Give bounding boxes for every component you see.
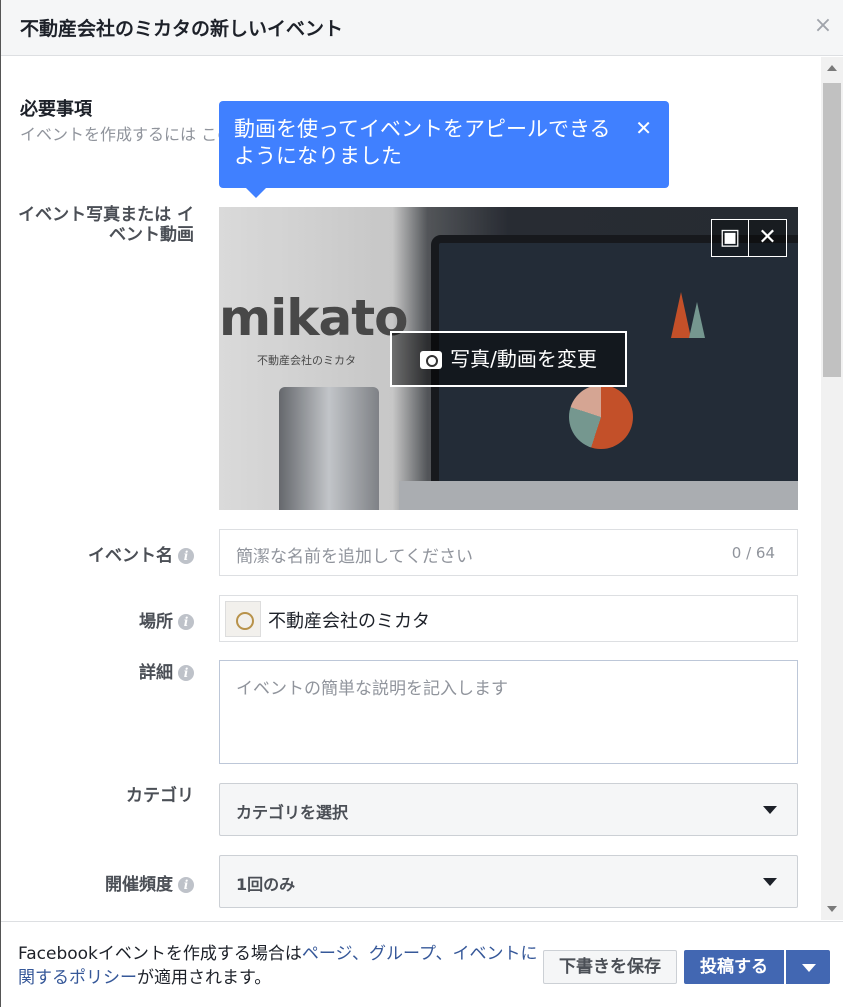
dialog-title: 不動産会社のミカタの新しいイベント	[20, 18, 344, 40]
frequency-value: 1回のみ	[236, 875, 296, 894]
details-textarea[interactable]: イベントの簡単な説明を記入します	[219, 660, 798, 764]
image-reposition-icon[interactable]: ▣	[711, 219, 749, 257]
dialog-body[interactable]: 必要事項 イベントを作成するには このイベ ト向けに作成した広告に イベント写真…	[1, 57, 843, 920]
photo-tools: ▣ ✕	[711, 219, 787, 257]
requirements-title: 必要事項	[20, 99, 92, 120]
event-name-counter: 0 / 64	[731, 544, 775, 562]
scrollbar-thumb[interactable]	[823, 83, 841, 377]
chevron-down-icon	[763, 806, 777, 814]
info-icon[interactable]: i	[178, 665, 194, 681]
close-icon[interactable]: ×	[812, 14, 834, 38]
info-icon[interactable]: i	[178, 548, 194, 564]
place-avatar	[225, 601, 261, 637]
place-label: 場所 i	[139, 607, 194, 632]
category-select[interactable]: カテゴリを選択	[219, 783, 798, 836]
save-draft-button[interactable]: 下書きを保存	[543, 950, 677, 984]
remove-photo-icon[interactable]: ✕	[749, 219, 787, 257]
details-label: 詳細 i	[139, 658, 194, 683]
category-label: カテゴリ	[126, 786, 194, 806]
scroll-up-icon[interactable]	[827, 65, 837, 71]
camera-icon	[420, 351, 443, 369]
info-icon[interactable]: i	[178, 877, 194, 893]
event-photo[interactable]: mikato 不動産会社のミカタ ▣ ✕ 写真/動画を変更	[219, 207, 798, 510]
tooltip-text: 動画を使ってイベントをアピールできるようになりました	[234, 117, 611, 168]
scrollbar[interactable]	[821, 57, 843, 920]
category-value: カテゴリを選択	[236, 803, 349, 822]
info-icon[interactable]: i	[178, 614, 194, 630]
event-name-label: イベント名 i	[88, 541, 194, 566]
event-name-placeholder: 簡潔な名前を追加してください	[236, 547, 473, 567]
change-photo-video-button[interactable]: 写真/動画を変更	[390, 331, 627, 387]
dialog-header: 不動産会社のミカタの新しいイベント ×	[1, 0, 843, 56]
policy-text: Facebookイベントを作成する場合はページ、グループ、イベントに関するポリシ…	[18, 944, 538, 988]
event-name-input[interactable]: 簡潔な名前を追加してください 0 / 64	[219, 529, 798, 576]
tooltip-close-icon[interactable]: ✕	[635, 115, 652, 142]
place-value: 不動産会社のミカタ	[268, 611, 430, 632]
video-tooltip: 動画を使ってイベントをアピールできるようになりました ✕	[219, 101, 669, 198]
chevron-down-icon	[802, 964, 816, 972]
change-photo-label: 写真/動画を変更	[450, 347, 597, 371]
frequency-select[interactable]: 1回のみ	[219, 855, 798, 908]
details-placeholder: イベントの簡単な説明を記入します	[236, 679, 508, 699]
post-button[interactable]: 投稿する	[684, 950, 784, 984]
dialog-footer: Facebookイベントを作成する場合はページ、グループ、イベントに関するポリシ…	[1, 921, 843, 1007]
create-event-dialog: 不動産会社のミカタの新しいイベント × 必要事項 イベントを作成するには このイ…	[0, 0, 843, 1007]
chevron-down-icon	[763, 878, 777, 886]
scroll-down-icon[interactable]	[827, 906, 837, 912]
frequency-label: 開催頻度 i	[105, 870, 194, 895]
photo-label: イベント写真または イベント動画	[18, 205, 194, 245]
post-options-button[interactable]	[786, 950, 830, 984]
tooltip-arrow	[246, 188, 266, 198]
place-input[interactable]: 不動産会社のミカタ	[219, 595, 798, 642]
